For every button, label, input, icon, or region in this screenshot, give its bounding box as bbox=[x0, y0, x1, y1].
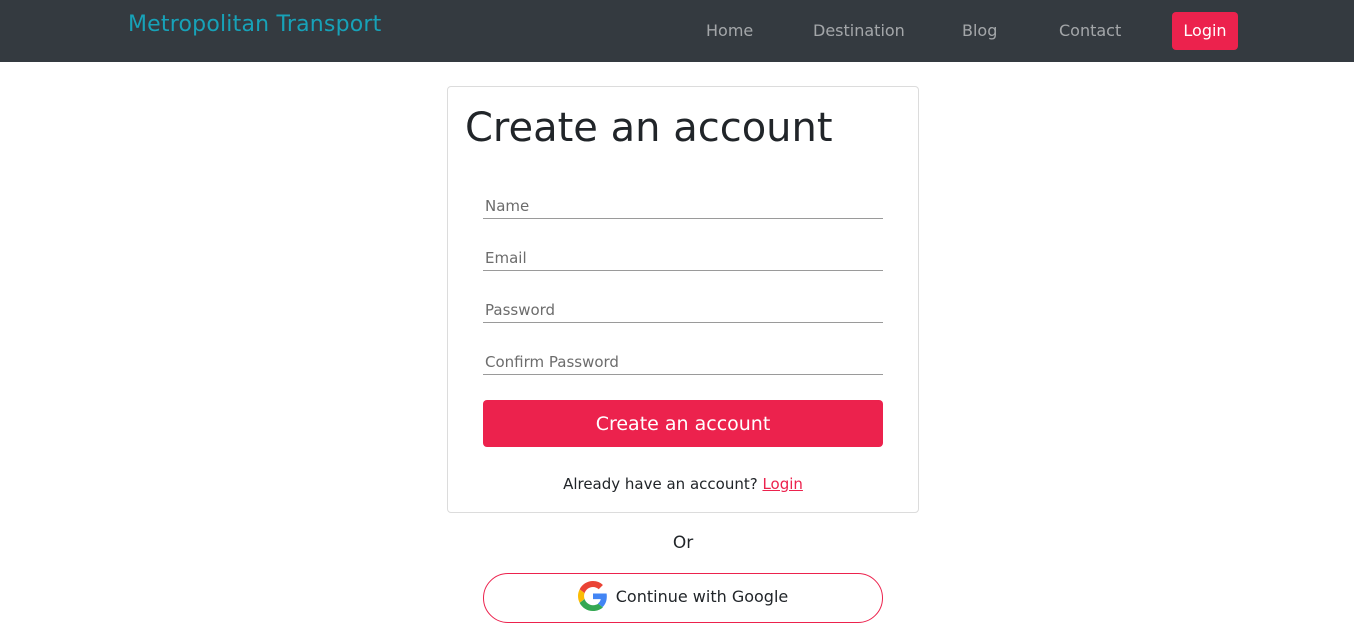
email-input[interactable] bbox=[483, 237, 883, 271]
create-account-button[interactable]: Create an account bbox=[483, 400, 883, 447]
google-button-label: Continue with Google bbox=[615, 586, 789, 606]
nav-login-button[interactable]: Login bbox=[1172, 12, 1238, 50]
google-icon bbox=[577, 581, 607, 611]
already-account-text: Already have an account? Login bbox=[448, 475, 918, 493]
top-navbar: Metropolitan Transport Home Destination … bbox=[0, 0, 1354, 62]
nav-link-home[interactable]: Home bbox=[706, 21, 753, 40]
nav-link-contact[interactable]: Contact bbox=[1059, 21, 1121, 40]
signup-card: Create an account Create an account Alre… bbox=[447, 86, 919, 513]
google-button-content: Continue with Google bbox=[577, 581, 789, 611]
nav-link-destination[interactable]: Destination bbox=[813, 21, 905, 40]
confirm-password-input[interactable] bbox=[483, 341, 883, 375]
or-divider-text: Or bbox=[672, 533, 694, 553]
already-account-label: Already have an account? bbox=[563, 475, 758, 493]
brand-logo-link[interactable]: Metropolitan Transport bbox=[128, 12, 382, 37]
password-input[interactable] bbox=[483, 289, 883, 323]
continue-with-google-button[interactable]: Continue with Google bbox=[483, 573, 883, 623]
page-title: Create an account bbox=[465, 105, 833, 151]
name-input[interactable] bbox=[483, 185, 883, 219]
nav-link-blog[interactable]: Blog bbox=[962, 21, 997, 40]
login-link[interactable]: Login bbox=[762, 475, 802, 493]
